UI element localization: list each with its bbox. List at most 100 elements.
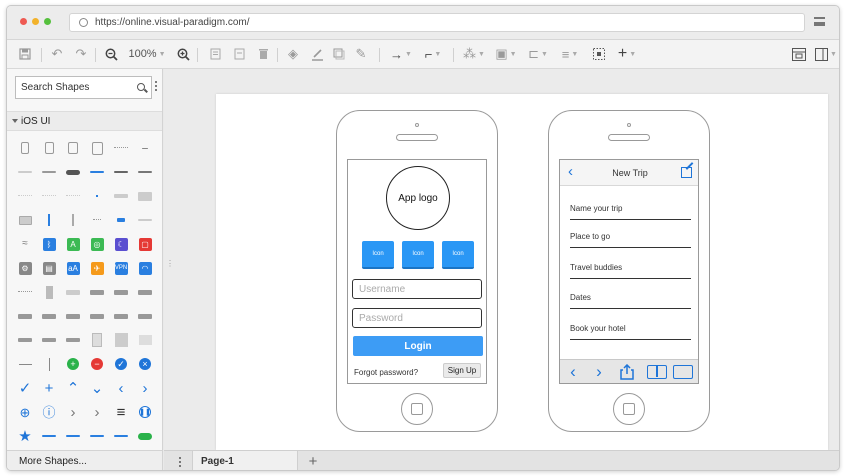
hotel-field[interactable]: Book your hotel (570, 324, 691, 340)
shape-divider-3[interactable] (63, 187, 83, 205)
shape-list-item[interactable] (15, 283, 35, 301)
app-logo-circle[interactable]: App logo (386, 166, 450, 230)
menu-lines-icon[interactable]: ≡ (111, 403, 131, 421)
zoom-in-icon[interactable] (175, 45, 191, 63)
shape-list-row-3[interactable] (111, 283, 131, 301)
shape-divider[interactable] (15, 187, 35, 205)
share-icon[interactable] (616, 362, 638, 382)
copy-icon[interactable] (207, 45, 223, 63)
iphone-mockup-login[interactable]: App logo Icon Icon Icon Username Passwor… (336, 110, 498, 432)
maximize-window-button[interactable] (44, 18, 51, 25)
shape-toolbar-5[interactable] (111, 307, 131, 325)
username-field[interactable]: Username (352, 279, 482, 299)
page-tab[interactable]: Page-1 (192, 451, 298, 470)
forgot-password-link[interactable]: Forgot password? (354, 368, 418, 377)
fit-page-icon[interactable] (591, 45, 607, 63)
diagram-canvas[interactable]: ⋮ App logo Icon Icon Icon Username Passw… (164, 69, 839, 450)
shape-grid-view-2[interactable] (111, 331, 131, 349)
login-button[interactable]: Login (353, 336, 483, 356)
line-color-icon[interactable] (309, 45, 325, 63)
shape-blue-line-2[interactable] (63, 427, 83, 445)
shape-status-bar-dark[interactable] (39, 163, 59, 181)
undo-icon[interactable]: ↶ (49, 45, 65, 63)
shape-blue-line-3[interactable] (87, 427, 107, 445)
shape-toolbar-3[interactable] (63, 307, 83, 325)
shape-progress-bar[interactable] (87, 163, 107, 181)
compose-icon[interactable] (681, 167, 692, 178)
shape-list-row[interactable] (63, 283, 83, 301)
shadow-icon[interactable] (331, 45, 347, 63)
align-dropdown[interactable]: ⊏ ▼ (525, 45, 551, 63)
format-painter-icon[interactable]: ✎ (353, 45, 369, 63)
diagram-page[interactable]: App logo Icon Icon Icon Username Passwor… (216, 94, 828, 450)
checkmark-icon[interactable]: ✓ (15, 379, 35, 397)
info-icon[interactable]: ⓘ (39, 403, 59, 421)
more-shapes-button[interactable]: More Shapes... (7, 450, 162, 470)
tabs-icon[interactable] (673, 365, 693, 379)
pause-circle-icon[interactable]: ❚❚ (135, 403, 155, 421)
arrange-dropdown[interactable]: ⁂ ▼ (461, 45, 487, 63)
format-panel-icon[interactable] (791, 45, 807, 63)
hamburger-menu-icon[interactable] (814, 17, 825, 26)
shape-vertical-line[interactable] (39, 355, 59, 373)
shape-slider-vertical[interactable] (39, 211, 59, 229)
shape-blue-line-4[interactable] (111, 427, 131, 445)
close-circle-icon[interactable]: × (135, 355, 155, 373)
shape-tab-bar[interactable] (15, 331, 35, 349)
shape-table-view[interactable] (15, 211, 35, 229)
shape-keyboard[interactable] (135, 187, 155, 205)
shape-blue-line[interactable] (39, 427, 59, 445)
distribute-dropdown[interactable]: ≡ ▼ (557, 45, 583, 63)
password-field[interactable]: Password (352, 308, 482, 328)
airplane-icon[interactable]: ✈ (87, 259, 107, 277)
shape-nav-bar-alt[interactable] (135, 163, 155, 181)
star-icon[interactable]: ★ (15, 427, 35, 445)
shape-section-ios-ui[interactable]: iOS UI (7, 111, 162, 131)
shape-ipad[interactable] (87, 139, 107, 157)
search-shapes-input[interactable]: Search Shapes (15, 76, 152, 99)
add-outline-icon[interactable]: ⊕ (15, 403, 35, 421)
shape-list-row-2[interactable] (87, 283, 107, 301)
plus-icon[interactable]: + (39, 379, 59, 397)
fill-color-icon[interactable]: ◈ (285, 45, 301, 63)
more-options-icon[interactable] (155, 81, 158, 94)
connector-type-dropdown[interactable]: ⌐ ▼ (419, 45, 447, 63)
shape-dots-small[interactable] (87, 211, 107, 229)
shape-divider-2[interactable] (39, 187, 59, 205)
zoom-level-dropdown[interactable]: 100% ▼ (123, 45, 171, 63)
save-icon[interactable] (17, 45, 33, 63)
shape-horizontal-line[interactable] (15, 355, 35, 373)
shape-list-row-4[interactable] (135, 283, 155, 301)
shape-text-field[interactable] (135, 211, 155, 229)
bluetooth-icon[interactable]: ᛒ (39, 235, 59, 253)
shape-page-dots[interactable] (111, 139, 131, 157)
shape-status-bar[interactable] (15, 163, 35, 181)
shape-nav-bar[interactable] (111, 163, 131, 181)
shape-toggle-bar[interactable] (111, 211, 131, 229)
shape-airplane-mode[interactable]: ≈ (15, 235, 35, 253)
add-circle-icon[interactable]: + (63, 355, 83, 373)
shape-toolbar-2[interactable] (39, 307, 59, 325)
panel-resize-handle[interactable]: ⋮ (166, 259, 174, 268)
app-icon-3[interactable]: Icon (442, 241, 474, 269)
settings-icon[interactable]: ⚙ (15, 259, 35, 277)
shape-segmented-control[interactable] (63, 163, 83, 181)
paste-icon[interactable] (231, 45, 247, 63)
minimize-window-button[interactable] (32, 18, 39, 25)
dates-field[interactable]: Dates (570, 293, 691, 309)
app-icon-1[interactable]: Icon (362, 241, 394, 269)
shape-iphone-plus[interactable] (39, 139, 59, 157)
address-bar[interactable]: https://online.visual-paradigm.com/ (69, 13, 805, 32)
zoom-out-icon[interactable] (103, 45, 119, 63)
delete-icon[interactable] (255, 45, 271, 63)
checkmark-circle-icon[interactable]: ✓ (111, 355, 131, 373)
connector-style-dropdown[interactable]: → ▼ (387, 45, 415, 63)
shape-grid-view-3[interactable] (135, 331, 155, 349)
bookmarks-icon[interactable] (647, 365, 667, 379)
shape-toolbar[interactable] (15, 307, 35, 325)
place-field[interactable]: Place to go (570, 232, 691, 248)
search-icon[interactable] (137, 83, 145, 91)
chevron-down-icon[interactable]: ⌄ (87, 379, 107, 397)
iphone-mockup-new-trip[interactable]: ‹ New Trip Name your trip Place to go Tr… (548, 110, 710, 432)
shape-list-stack[interactable] (39, 283, 59, 301)
